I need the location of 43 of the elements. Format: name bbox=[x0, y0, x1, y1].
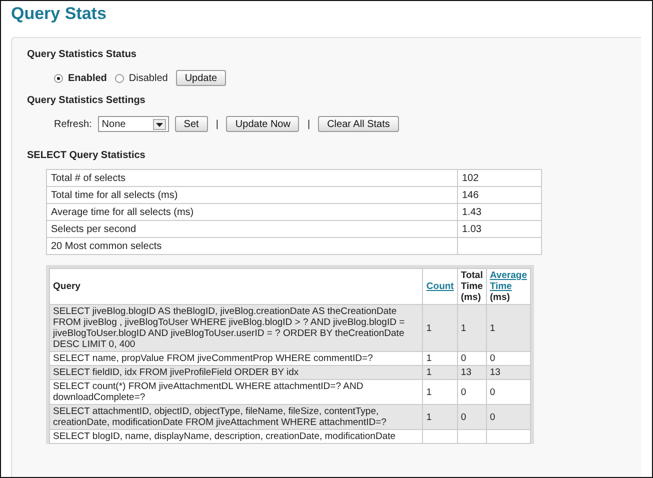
section-heading: SELECT Query Statistics bbox=[27, 150, 146, 161]
table-cell: 13 bbox=[457, 366, 486, 380]
table-cell: 13 bbox=[486, 366, 530, 380]
action-button[interactable]: Clear All Stats bbox=[318, 116, 399, 132]
action-button[interactable]: Set bbox=[174, 116, 208, 132]
sort-link[interactable]: Average Time bbox=[490, 270, 527, 292]
table-cell: 1 bbox=[422, 404, 458, 430]
update-button[interactable]: Update bbox=[176, 70, 226, 86]
table-cell: 0 bbox=[457, 404, 486, 430]
query-cell: SELECT fieldID, idx FROM jiveProfileField ORDER BY idx bbox=[50, 366, 423, 380]
table-cell: Selects per second bbox=[46, 220, 458, 238]
table-cell: Average time for all selects (ms) bbox=[46, 204, 458, 220]
query-cell: SELECT attachmentID, objectID, objectType, fileName, fileSize, contentType, creationDate, modificationDate FROM jiveAttachment WHERE attachmentID=? bbox=[50, 404, 423, 430]
radio-label: Enabled bbox=[68, 72, 107, 84]
radio-label: Disabled bbox=[128, 72, 168, 84]
column-header: Query bbox=[50, 268, 423, 304]
table-cell: 146 bbox=[458, 186, 542, 204]
query-cell: SELECT jiveBlog.blogID AS theBlogID, jiveBlog.creationDate AS theCreationDate FROM jiveBlog , jiveBlogToUser WHERE jiveBlog.blogID > ? AND jiveBlog.blogID = jiveBlogToUser.blogID AND jiveBlogToUser.userID = ? ORDER BY theCreationDate DESC LIMIT 0, 400 bbox=[50, 304, 423, 352]
table-cell: 1 bbox=[457, 304, 486, 352]
refresh-label: Refresh: bbox=[54, 118, 92, 130]
action-button[interactable]: Update Now bbox=[226, 116, 300, 132]
section-heading: Query Statistics Status bbox=[27, 49, 138, 60]
sort-link[interactable]: Count bbox=[426, 281, 454, 292]
refresh-dropdown[interactable]: None bbox=[98, 116, 169, 132]
table-cell: 1.03 bbox=[458, 220, 542, 238]
page-title: Query Stats bbox=[11, 3, 108, 25]
caret-icon bbox=[152, 118, 166, 130]
table-cell: 102 bbox=[458, 170, 542, 186]
table-cell: 20 Most common selects bbox=[46, 238, 458, 254]
table-cell: 1 bbox=[422, 304, 458, 352]
radio-button[interactable] bbox=[114, 74, 124, 82]
query-cell: SELECT blogID, name, displayName, description, creationDate, modificationDate bbox=[50, 430, 423, 444]
radio-button[interactable] bbox=[54, 74, 63, 82]
table-cell: 0 bbox=[486, 404, 530, 430]
table-cell: Total time for all selects (ms) bbox=[46, 186, 458, 204]
table-cell: 1 bbox=[422, 366, 458, 380]
unit-label: (ms) bbox=[490, 292, 510, 303]
separator: | bbox=[216, 118, 218, 130]
table-cell: 1.43 bbox=[458, 204, 542, 220]
table-cell: Total # of selects bbox=[46, 170, 458, 186]
separator: | bbox=[307, 118, 310, 130]
table-cell: 1 bbox=[486, 304, 530, 352]
section-heading: Query Statistics Settings bbox=[27, 95, 146, 106]
